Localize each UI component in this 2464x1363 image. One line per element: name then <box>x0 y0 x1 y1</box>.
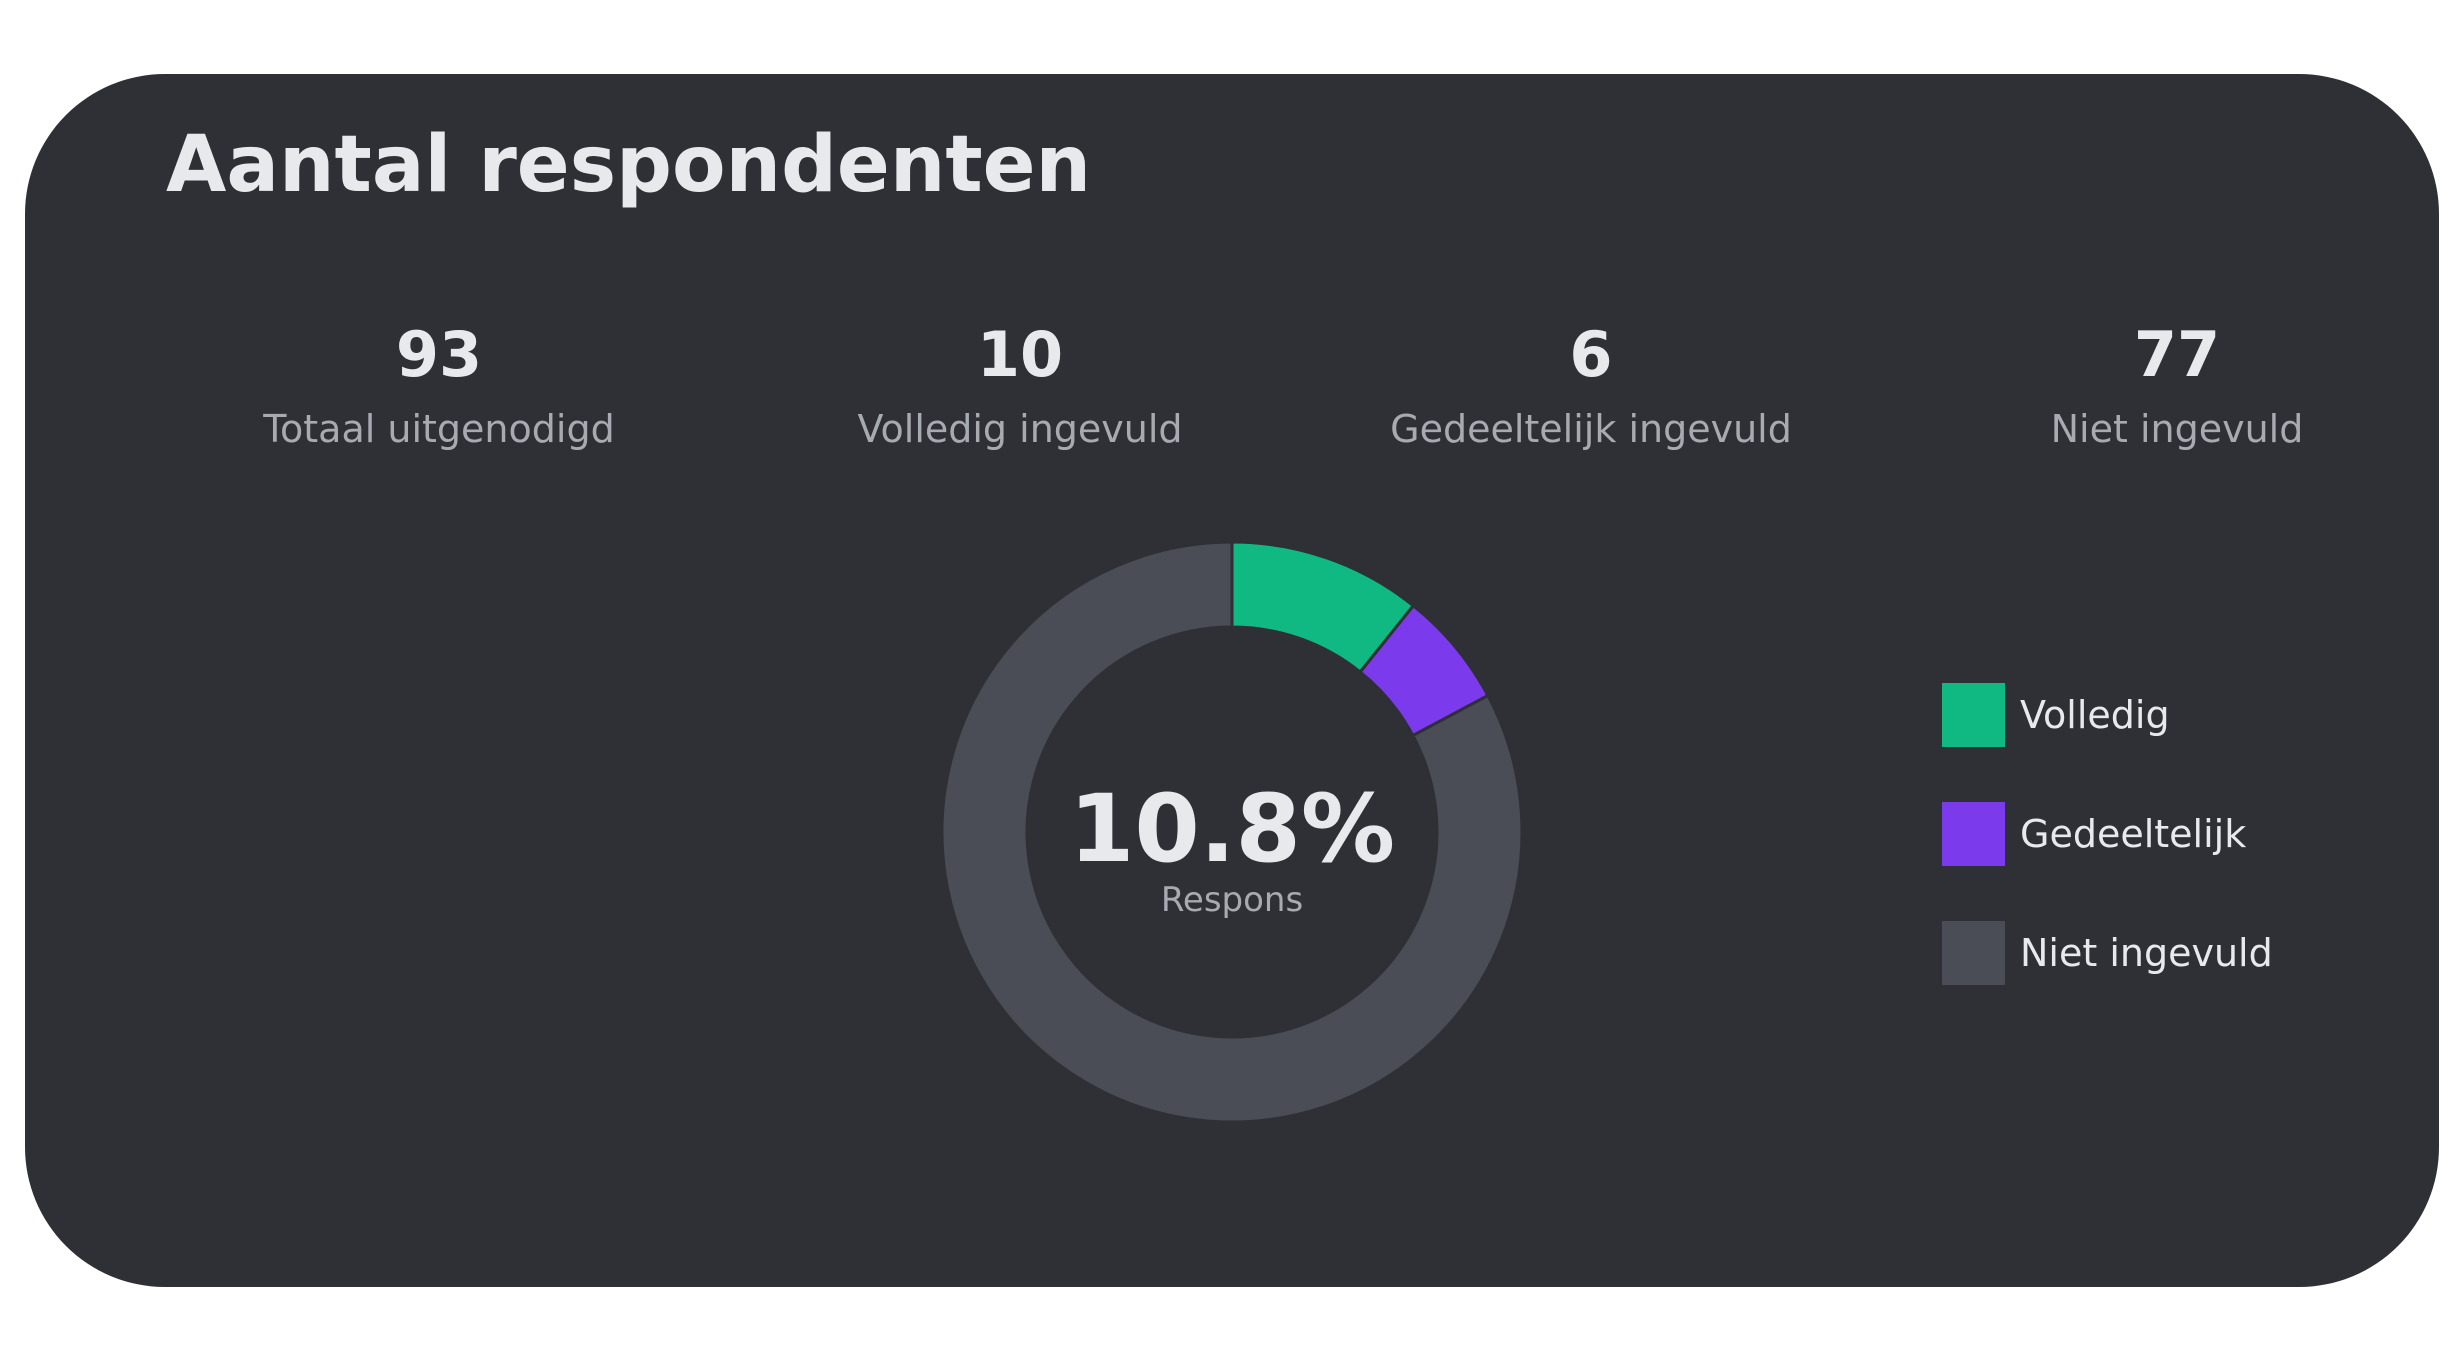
response-donut-chart: 10.8% Respons <box>940 540 1524 1124</box>
respondents-card: Aantal respondenten 93 Totaal uitgenodig… <box>25 74 2439 1287</box>
legend-item-partial: Gedeeltelijk <box>1942 802 2273 866</box>
chart-legend: Volledig Gedeeltelijk Niet ingevuld <box>1942 683 2273 1040</box>
legend-item-not-filled: Niet ingevuld <box>1942 921 2273 985</box>
legend-item-complete: Volledig <box>1942 683 2273 747</box>
donut-center-value: 10.8% <box>1069 775 1395 884</box>
legend-swatch <box>1942 921 2005 985</box>
donut-center-label: Respons <box>1161 880 1303 920</box>
legend-label: Niet ingevuld <box>2020 931 2273 975</box>
legend-swatch <box>1942 683 2005 747</box>
legend-swatch <box>1942 802 2005 866</box>
legend-label: Volledig <box>2020 693 2170 737</box>
legend-label: Gedeeltelijk <box>2020 812 2247 856</box>
